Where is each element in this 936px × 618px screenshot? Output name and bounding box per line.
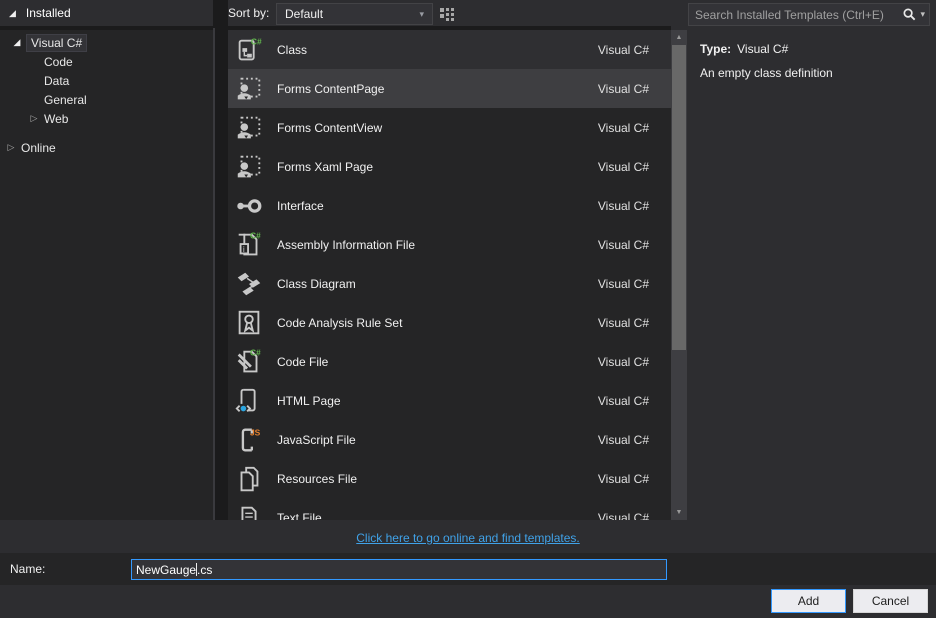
name-band: Name: NewGauge .cs (0, 553, 936, 585)
scroll-up-arrow-icon[interactable]: ▲ (671, 30, 687, 45)
name-input[interactable]: NewGauge .cs (131, 559, 667, 580)
sort-by-label: Sort by: (228, 6, 270, 20)
expanded-arrow-icon: ◢ (9, 7, 16, 18)
installed-header-label: Installed (25, 6, 71, 20)
search-icon[interactable] (902, 7, 917, 22)
panel-splitter[interactable] (213, 0, 228, 520)
name-value-after-caret: .cs (197, 562, 213, 577)
template-item-forms-contentview[interactable]: Forms ContentView Visual C# (228, 108, 671, 147)
cs-class-icon (234, 35, 264, 65)
class-diagram-icon (234, 269, 264, 299)
cancel-button[interactable]: Cancel (853, 589, 928, 613)
search-box: ▾ (688, 3, 930, 26)
code-file-icon (234, 347, 264, 377)
tree-arrow-icon[interactable]: ▷ (5, 142, 17, 153)
name-value-before-caret: NewGauge (136, 562, 197, 577)
template-item-html-page[interactable]: HTML Page Visual C# (228, 381, 671, 420)
template-item-forms-contentpage[interactable]: Forms ContentPage Visual C# (228, 69, 671, 108)
assembly-info-icon (234, 230, 264, 260)
search-options-chevron-icon[interactable]: ▾ (920, 9, 925, 20)
forms-page-icon (234, 74, 264, 104)
template-item-assembly-information-file[interactable]: Assembly Information File Visual C# (228, 225, 671, 264)
template-list-scrollbar[interactable]: ▲ ▼ (671, 30, 687, 520)
template-item-code-file[interactable]: Code File Visual C# (228, 342, 671, 381)
type-label: Type: (700, 42, 732, 56)
sidebar-item-web[interactable]: ▷ Web (0, 109, 213, 128)
add-button[interactable]: Add (771, 589, 846, 613)
installed-templates-tree: ◢ Visual C# Code Data General ▷ Web ▷ On… (0, 30, 213, 520)
search-input[interactable] (695, 7, 903, 22)
add-new-item-dialog: ◢ Installed Sort by: Default ▾ Search In… (0, 0, 936, 618)
template-item-resources-file[interactable]: Resources File Visual C# (228, 459, 671, 498)
sidebar-header-installed[interactable]: ◢ Installed (0, 0, 213, 26)
interface-icon (234, 191, 264, 221)
go-online-link[interactable]: Click here to go online and find templat… (356, 531, 579, 545)
template-description: An empty class definition (700, 66, 833, 80)
scrollbar-thumb[interactable] (672, 45, 686, 350)
tree-arrow-icon[interactable]: ▷ (28, 113, 40, 124)
template-item-javascript-file[interactable]: JavaScript File Visual C# (228, 420, 671, 459)
sidebar-item-code[interactable]: Code (0, 52, 213, 71)
forms-page-icon (234, 113, 264, 143)
top-toolbar: ◢ Installed Sort by: Default ▾ Search In… (0, 0, 936, 520)
sort-by-value: Default (285, 7, 324, 21)
template-details-panel: Type: Visual C# An empty class definition (687, 30, 936, 520)
sidebar-item-online[interactable]: ▷ Online (0, 138, 213, 157)
medium-icons-view-button[interactable] (436, 4, 458, 26)
template-item-code-analysis-rule-set[interactable]: Code Analysis Rule Set Visual C# (228, 303, 671, 342)
template-item-interface[interactable]: Interface Visual C# (228, 186, 671, 225)
html-page-icon (234, 386, 264, 416)
text-file-icon (234, 503, 264, 521)
button-band: Add Cancel (0, 585, 936, 618)
online-link-band: Click here to go online and find templat… (0, 520, 936, 553)
template-item-class[interactable]: Class Visual C# (228, 30, 671, 69)
resources-file-icon (234, 464, 264, 494)
chevron-down-icon: ▾ (419, 8, 424, 19)
name-label: Name: (10, 562, 46, 576)
template-item-forms-xaml-page[interactable]: Forms Xaml Page Visual C# (228, 147, 671, 186)
sidebar-item-general[interactable]: General (0, 90, 213, 109)
forms-page-icon (234, 152, 264, 182)
template-item-text-file[interactable]: Text File Visual C# (228, 498, 671, 520)
type-value: Visual C# (737, 42, 789, 56)
scroll-down-arrow-icon[interactable]: ▼ (671, 505, 687, 520)
sidebar-item-data[interactable]: Data (0, 71, 213, 90)
sidebar-item-visual-c[interactable]: ◢ Visual C# (0, 33, 213, 52)
grid-view-icon (440, 8, 454, 21)
js-file-icon (234, 425, 264, 455)
sort-by-dropdown[interactable]: Default ▾ (276, 3, 433, 25)
template-list: Class Visual C# Forms ContentPage Visual… (228, 30, 671, 520)
tree-arrow-icon[interactable]: ◢ (11, 37, 23, 48)
rule-set-icon (234, 308, 264, 338)
template-item-class-diagram[interactable]: Class Diagram Visual C# (228, 264, 671, 303)
